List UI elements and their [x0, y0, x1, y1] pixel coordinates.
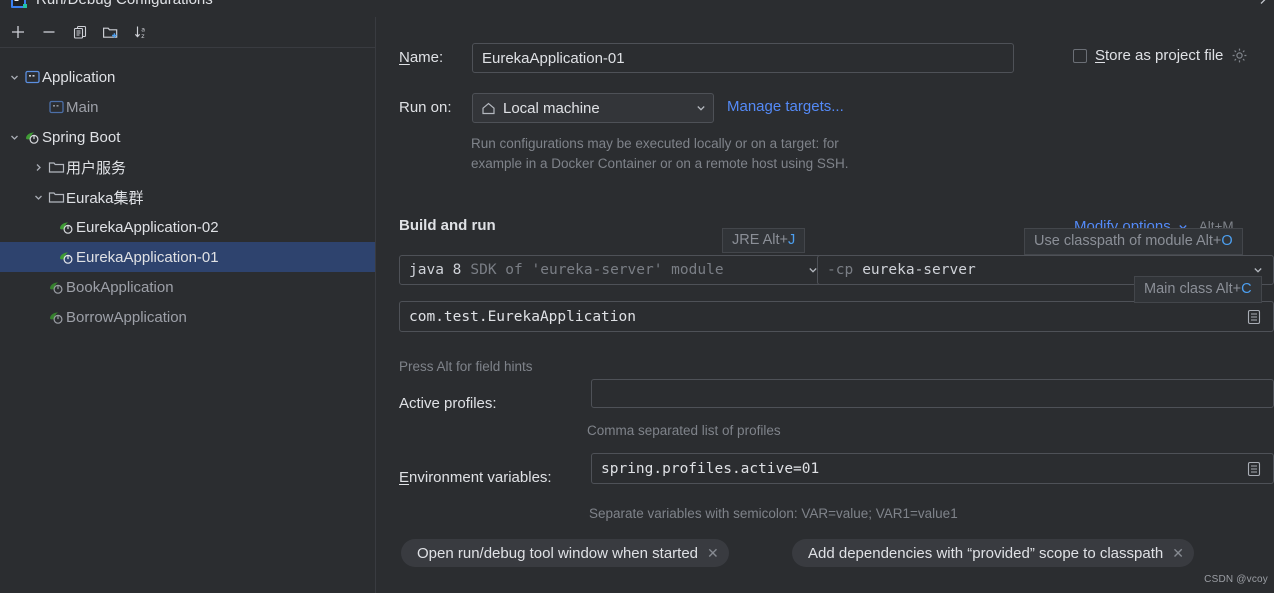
main-class-input[interactable]: com.test.EurekaApplication	[399, 301, 1274, 332]
name-label-mnemonic: N	[399, 49, 410, 66]
spring-boot-icon	[22, 128, 42, 146]
tree-node-application[interactable]: Application	[0, 62, 375, 92]
remove-configuration-button[interactable]	[33, 18, 64, 46]
chevron-down-icon[interactable]	[6, 69, 22, 85]
run-on-description-line-1: Run configurations may be executed local…	[471, 136, 839, 151]
tree-node-folder-user-service[interactable]: 用户服务	[0, 152, 375, 182]
tree-node-label: Main	[66, 98, 99, 116]
manage-targets-link[interactable]: Manage targets...	[727, 98, 844, 115]
classpath-module-tooltip-text: Use classpath of module Alt+	[1034, 233, 1222, 249]
classpath-module-tooltip: Use classpath of module Alt+ O	[1024, 228, 1243, 255]
environment-variables-value: spring.profiles.active=01	[601, 460, 820, 477]
active-profiles-hint: Comma separated list of profiles	[587, 423, 781, 438]
field-hints-text: Press Alt for field hints	[399, 359, 533, 374]
name-input[interactable]: EurekaApplication-01	[472, 43, 1014, 73]
build-and-run-title: Build and run	[399, 217, 496, 234]
configurations-panel: a z Application Main Spring Boot 用户服务 Eu…	[0, 17, 376, 593]
home-icon	[481, 101, 496, 116]
run-on-description-line-2: example in a Docker Container or on a re…	[471, 156, 849, 171]
store-as-project-file-checkbox[interactable]	[1073, 48, 1087, 63]
option-chip-label: Open run/debug tool window when started	[417, 544, 699, 562]
configurations-tree[interactable]: Application Main Spring Boot 用户服务 Euraka…	[0, 49, 375, 593]
jre-value: java 8	[409, 262, 462, 278]
active-profiles-label: Active profiles:	[399, 395, 497, 412]
window-title-bar: Run/Debug Configurations	[0, 0, 1274, 17]
run-on-select[interactable]: Local machine	[472, 93, 714, 123]
spring-boot-icon	[46, 278, 66, 296]
spring-boot-icon	[46, 308, 66, 326]
application-icon	[46, 98, 66, 116]
tree-node-spring-boot[interactable]: Spring Boot	[0, 122, 375, 152]
chevron-down-icon[interactable]	[799, 264, 819, 276]
tree-node-label: BookApplication	[66, 278, 174, 296]
store-as-project-file-row[interactable]: Store as project file	[1073, 47, 1248, 64]
tree-node-folder-euraka-cluster[interactable]: Euraka集群	[0, 182, 375, 212]
run-on-label: Run on:	[399, 99, 452, 116]
chevron-right-icon[interactable]	[30, 159, 46, 175]
tree-node-label: Spring Boot	[42, 128, 121, 146]
tree-node-eureka-application-02[interactable]: EurekaApplication-02	[0, 212, 375, 242]
classpath-module-tooltip-key: O	[1221, 233, 1233, 249]
chevron-down-icon[interactable]	[687, 102, 707, 114]
tree-node-label: Euraka集群	[66, 189, 144, 207]
environment-variables-hint: Separate variables with semicolon: VAR=v…	[589, 506, 958, 521]
option-chip-label: Add dependencies with “provided” scope t…	[808, 544, 1164, 562]
jre-select[interactable]: java 8 SDK of 'eureka-server' module	[399, 255, 829, 285]
sort-alphabetical-icon[interactable]: a z	[126, 18, 157, 46]
watermark: CSDN @vcoy	[1204, 574, 1268, 585]
tree-node-label: BorrowApplication	[66, 308, 187, 326]
main-class-tooltip-key: C	[1241, 281, 1252, 297]
tree-node-label: 用户服务	[66, 159, 127, 177]
configuration-editor-panel: Name: EurekaApplication-01 Store as proj…	[377, 17, 1274, 593]
jre-tooltip-key: J	[788, 232, 796, 248]
chevron-down-icon[interactable]	[6, 129, 22, 145]
chevron-down-icon[interactable]	[30, 189, 46, 205]
folder-icon	[46, 188, 66, 206]
close-icon[interactable]	[1252, 0, 1268, 12]
environment-variables-input[interactable]: spring.profiles.active=01	[591, 453, 1274, 484]
close-icon[interactable]: ✕	[707, 546, 719, 560]
jre-tooltip: JRE Alt+ J	[722, 228, 806, 253]
configurations-toolbar: a z	[0, 17, 375, 48]
tree-node-label: EurekaApplication-01	[76, 248, 219, 266]
main-class-tooltip: Main class Alt+ C	[1134, 276, 1262, 303]
list-browse-icon[interactable]	[1244, 307, 1264, 327]
jre-tooltip-text: JRE Alt+	[732, 232, 789, 248]
name-label: Name:	[399, 49, 443, 66]
environment-variables-label: Environment variables:	[399, 469, 552, 486]
classpath-value: eureka-server	[862, 262, 976, 278]
tree-node-eureka-application-01[interactable]: EurekaApplication-01	[0, 242, 375, 272]
name-label-rest: ame:	[409, 49, 444, 66]
add-configuration-button[interactable]	[2, 18, 33, 46]
copy-configuration-button[interactable]	[64, 18, 95, 46]
tree-node-label: Application	[42, 68, 116, 86]
run-on-value: Local machine	[503, 99, 600, 117]
application-icon	[22, 68, 42, 86]
main-class-value: com.test.EurekaApplication	[409, 308, 636, 325]
gear-icon[interactable]	[1231, 47, 1248, 64]
option-chip-provided-scope[interactable]: Add dependencies with “provided” scope t…	[792, 539, 1194, 567]
list-browse-icon[interactable]	[1244, 459, 1264, 479]
jre-secondary-text: SDK of 'eureka-server' module	[470, 262, 724, 278]
tree-node-book-application[interactable]: BookApplication	[0, 272, 375, 302]
tree-node-label: EurekaApplication-02	[76, 218, 219, 236]
close-icon[interactable]: ✕	[1172, 546, 1184, 560]
main-class-tooltip-text: Main class Alt+	[1144, 281, 1242, 297]
spring-boot-icon	[56, 248, 76, 266]
option-chip-open-tool-window[interactable]: Open run/debug tool window when started …	[401, 539, 729, 567]
tree-node-borrow-application[interactable]: BorrowApplication	[0, 302, 375, 332]
svg-text:z: z	[141, 33, 144, 40]
spring-boot-icon	[56, 218, 76, 236]
classpath-prefix: -cp	[827, 262, 854, 278]
folder-icon	[46, 158, 66, 176]
intellij-idea-icon	[10, 0, 28, 11]
tree-node-main[interactable]: Main	[0, 92, 375, 122]
window-title: Run/Debug Configurations	[36, 0, 213, 8]
store-as-project-file-label: Store as project file	[1095, 47, 1224, 64]
new-folder-button[interactable]	[95, 18, 126, 46]
chevron-down-icon[interactable]	[1244, 264, 1264, 276]
name-input-value: EurekaApplication-01	[482, 49, 625, 67]
active-profiles-input[interactable]	[591, 379, 1274, 408]
